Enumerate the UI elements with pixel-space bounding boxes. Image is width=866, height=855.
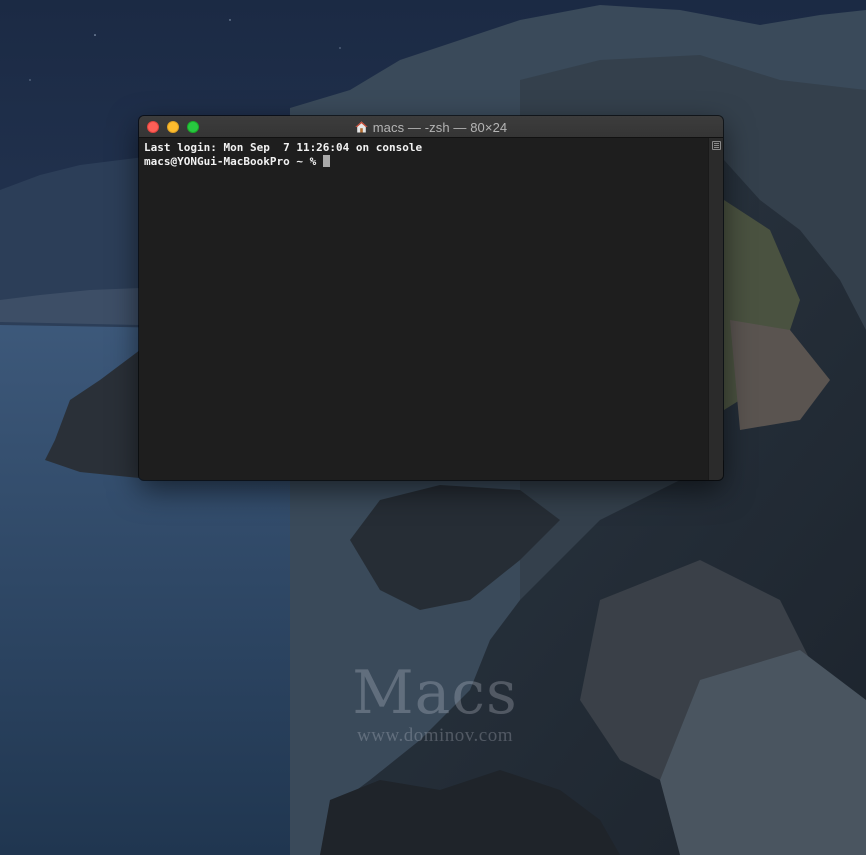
terminal-window[interactable]: macs — -zsh — 80×24 Last login: Mon Sep …	[139, 116, 723, 480]
terminal-line: Last login: Mon Sep 7 11:26:04 on consol…	[144, 141, 423, 154]
terminal-output[interactable]: Last login: Mon Sep 7 11:26:04 on consol…	[139, 138, 709, 480]
watermark: Macs www.dominov.com	[340, 660, 530, 746]
terminal-prompt-line[interactable]: macs@YONGui-MacBookPro ~ %	[144, 155, 704, 169]
close-button[interactable]	[147, 121, 159, 133]
watermark-logo: Macs	[352, 658, 518, 728]
scrollbar[interactable]	[708, 138, 723, 480]
terminal-prompt: macs@YONGui-MacBookPro ~ %	[144, 155, 323, 168]
text-cursor	[322, 155, 330, 167]
title-bar[interactable]: macs — -zsh — 80×24	[139, 116, 723, 138]
house-icon	[355, 121, 368, 133]
desktop: macs — -zsh — 80×24 Last login: Mon Sep …	[0, 0, 866, 855]
window-title-group: macs — -zsh — 80×24	[139, 116, 723, 138]
zoom-button[interactable]	[187, 121, 199, 133]
watermark-url: www.dominov.com	[357, 725, 513, 746]
split-view-icon[interactable]	[712, 141, 721, 150]
minimize-button[interactable]	[167, 121, 179, 133]
window-title: macs — -zsh — 80×24	[372, 119, 508, 135]
